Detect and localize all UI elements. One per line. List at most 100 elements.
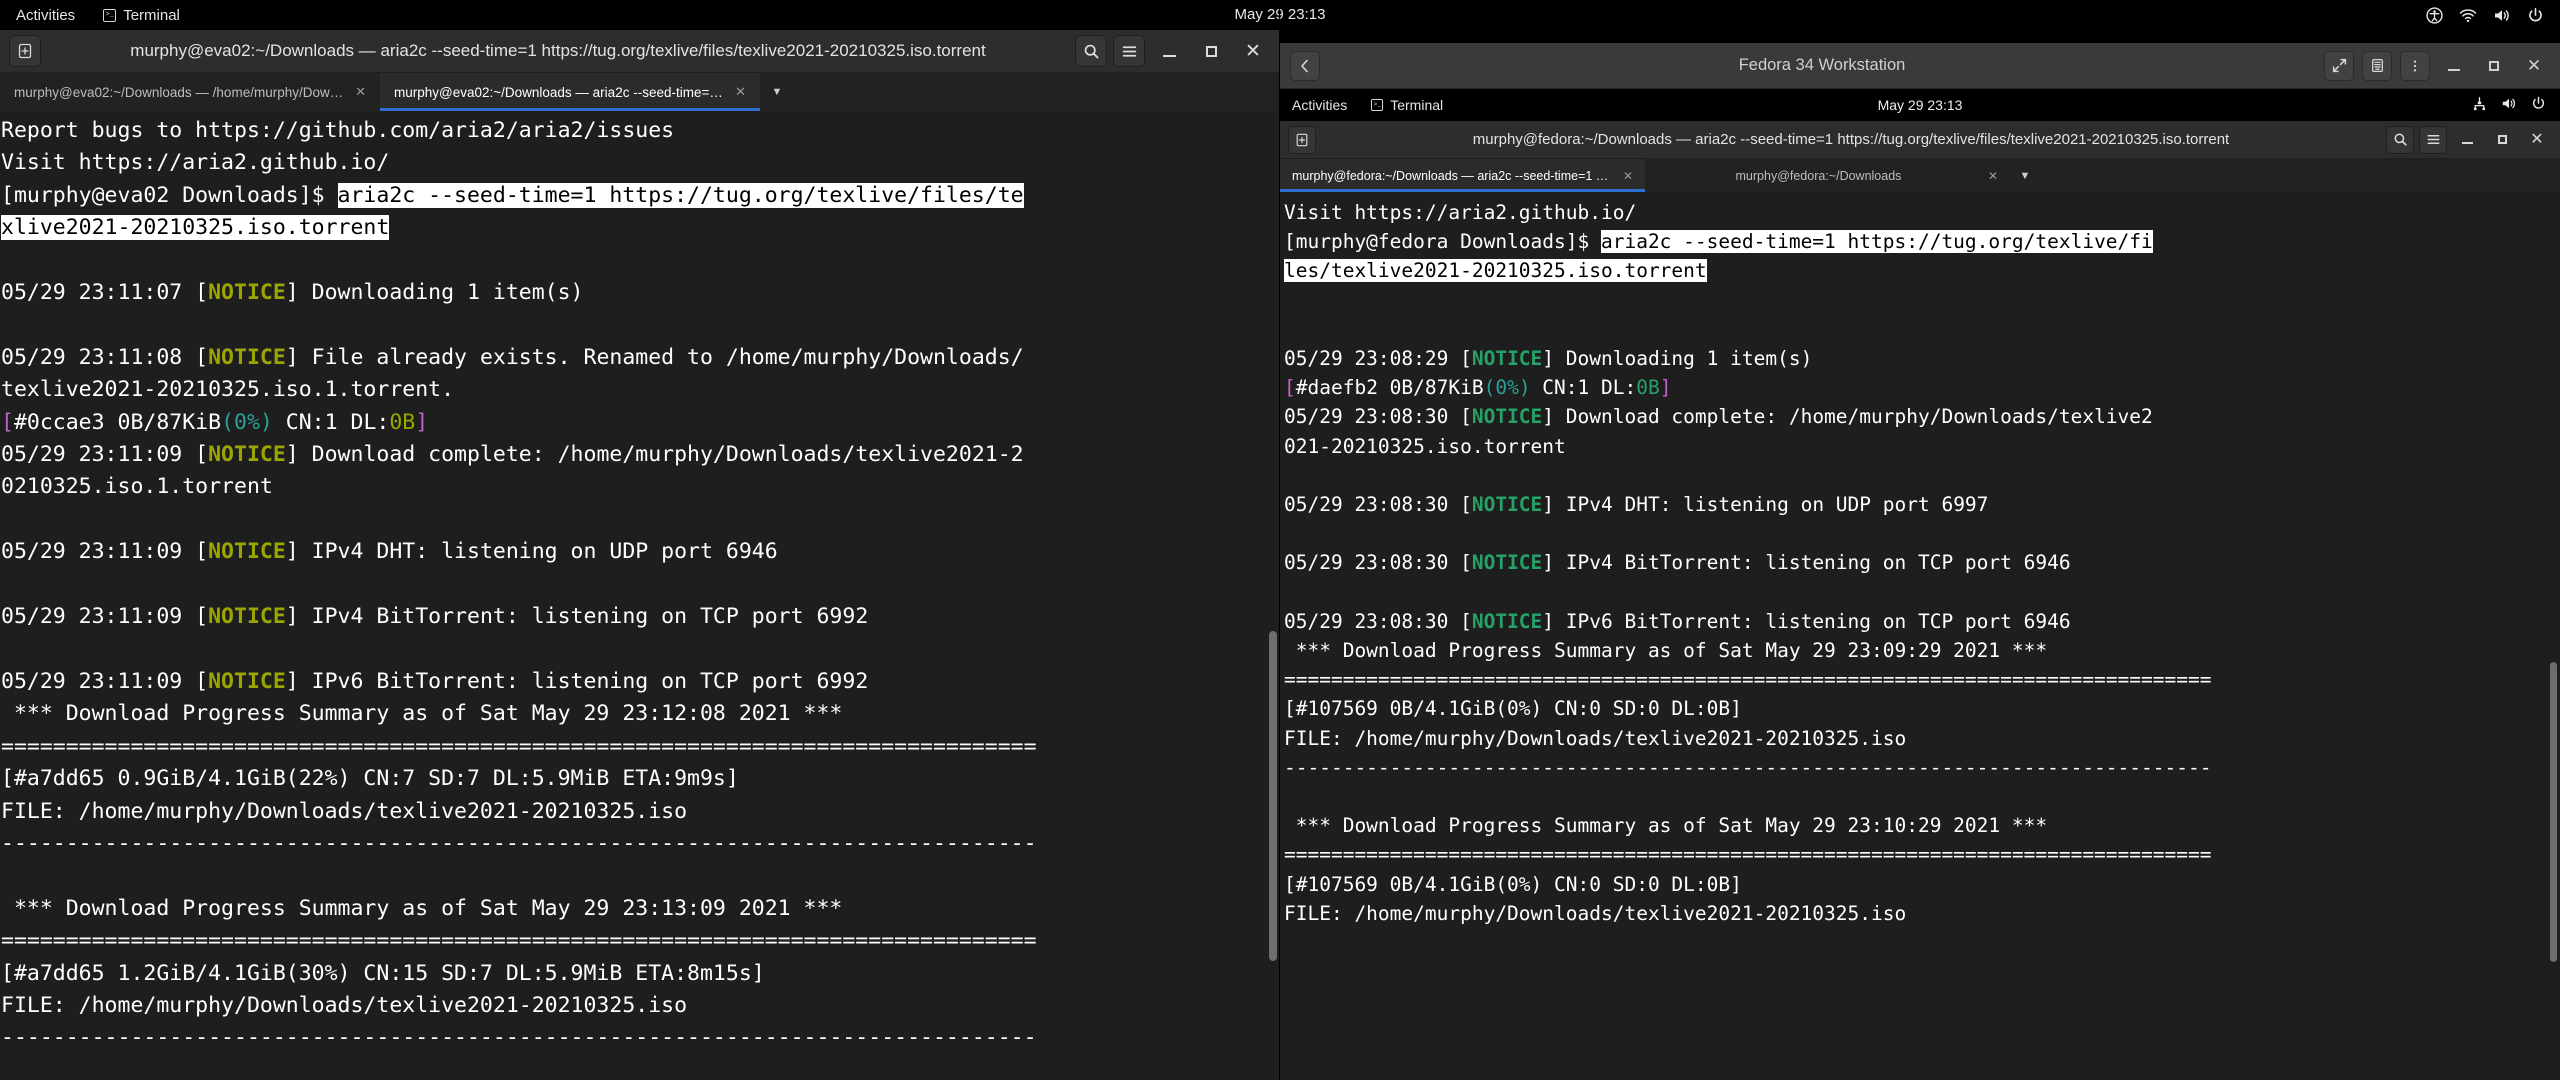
volume-icon[interactable] [2501,96,2517,114]
terminal-text: 05/29 23:11:08 [ [1,344,209,370]
terminal-text: les/texlive2021-20210325.iso.torrent [1284,259,1707,283]
terminal-text: #0ccae3 0B/87KiB [13,409,222,435]
tab-label: murphy@eva02:~/Downloads — aria2c --seed… [394,84,727,100]
terminal-text: 05/29 23:08:30 [ [1284,609,1472,633]
left-terminal-scrollbar[interactable] [1266,111,1280,1080]
tab-close-icon[interactable]: ✕ [1623,169,1633,183]
maximize-icon[interactable] [1193,35,1229,67]
power-icon[interactable] [2531,96,2546,114]
left-terminal-output[interactable]: Report bugs to https://github.com/aria2/… [0,111,1280,1080]
guest-maximize-icon[interactable] [2487,126,2517,154]
terminal-text: [murphy@fedora Downloads]$ [1284,230,1601,254]
search-icon[interactable] [1075,35,1107,67]
terminal-text: CN:1 DL: [1530,376,1637,400]
power-icon[interactable] [2527,7,2544,24]
network-icon[interactable] [2472,96,2487,114]
new-tab-icon[interactable] [1288,125,1316,154]
terminal-line: ========================================… [1,925,1278,957]
terminal-text: 05/29 23:11:09 [ [1,604,209,630]
hamburger-menu-icon[interactable] [1113,35,1145,67]
guest-minimize-icon[interactable] [2452,126,2482,154]
terminal-line: 05/29 23:11:09 [NOTICE] Download complet… [1,439,1278,471]
terminal-text: (0%) [1483,376,1531,400]
guest-tab-bar: murphy@fedora:~/Downloads — aria2c --see… [1280,159,2560,192]
terminal-line: ----------------------------------------… [1,828,1278,860]
terminal-line: 05/29 23:08:29 [NOTICE] Downloading 1 it… [1284,344,2558,373]
new-tab-icon[interactable] [9,35,41,67]
vm-close-icon[interactable]: ✕ [2518,51,2550,81]
guest-status-indicators[interactable] [2472,96,2560,114]
minimize-icon[interactable] [1151,35,1187,67]
terminal-text: NOTICE [208,442,286,468]
tab-label: murphy@eva02:~/Downloads — /home/murphy/… [14,84,348,100]
scrollbar-thumb[interactable] [2550,662,2557,962]
guest-window-titlebar[interactable]: murphy@fedora:~/Downloads — aria2c --see… [1280,121,2560,159]
left-terminal-window: murphy@eva02:~/Downloads — aria2c --seed… [0,30,1280,1080]
desktop-screen: Activities >_ Terminal May 29 23:13 murp… [0,0,2560,1080]
guest-display: Activities >_ Terminal May 29 23:13 murp… [1280,89,2560,1080]
terminal-text: NOTICE [208,604,286,630]
terminal-line: [#107569 0B/4.1GiB(0%) CN:0 SD:0 DL:0B] [1284,694,2558,723]
terminal-line: FILE: /home/murphy/Downloads/texlive2021… [1,796,1278,828]
wifi-icon[interactable] [2459,7,2477,24]
volume-icon[interactable] [2493,7,2511,24]
tab-close-icon[interactable]: ✕ [1988,169,1998,183]
terminal-text: 05/29 23:08:30 [ [1284,405,1472,429]
accessibility-icon[interactable] [2426,6,2443,24]
app-menu-terminal[interactable]: >_ Terminal [89,0,194,30]
vm-minimize-icon[interactable] [2438,51,2470,81]
terminal-line: [murphy@fedora Downloads]$ aria2c --seed… [1284,227,2558,256]
terminal-tab-2[interactable]: murphy@eva02:~/Downloads — aria2c --seed… [380,73,760,111]
terminal-text: [#a7dd65 0.9GiB/4.1GiB(22%) CN:7 SD:7 DL… [1,766,739,792]
guest-close-icon[interactable]: ✕ [2522,126,2552,154]
guest-terminal-scrollbar[interactable] [2548,192,2560,1080]
fullscreen-icon[interactable] [2324,50,2354,81]
search-icon[interactable] [2386,125,2414,154]
terminal-text: [ [1284,376,1296,400]
keyboard-icon[interactable] [2362,50,2392,81]
vm-maximize-icon[interactable] [2478,51,2510,81]
terminal-text: ] Download complete: /home/murphy/Downlo… [285,442,1024,468]
vm-window: Fedora 34 Workstation ✕ Activities >_ Te… [1280,43,2560,1080]
left-window-title: murphy@eva02:~/Downloads — aria2c --seed… [130,41,986,60]
terminal-text: ] IPv4 BitTorrent: listening on TCP port… [285,604,869,630]
guest-clock[interactable]: May 29 23:13 [1280,97,2560,113]
chevron-down-icon[interactable]: ▼ [2010,159,2040,192]
tab-label: murphy@fedora:~/Downloads [1735,168,1902,183]
terminal-text: *** Download Progress Summary as of Sat … [1,701,843,727]
activities-button[interactable]: Activities [0,0,89,30]
guest-terminal-tab-2[interactable]: murphy@fedora:~/Downloads ✕ [1645,159,2010,192]
activities-label: Activities [16,6,76,24]
tab-close-icon[interactable]: ✕ [735,84,746,100]
terminal-text: [#a7dd65 1.2GiB/4.1GiB(30%) CN:15 SD:7 D… [1,960,765,986]
tab-close-icon[interactable]: ✕ [355,84,366,100]
kebab-menu-icon[interactable] [2400,50,2430,81]
terminal-text: Visit https://aria2.github.io/ [1284,201,1637,224]
back-arrow-icon[interactable] [1290,50,1320,81]
guest-terminal-output[interactable]: Visit https://aria2.github.io/ [murphy@fe… [1280,192,2560,1080]
terminal-tab-1[interactable]: murphy@eva02:~/Downloads — /home/murphy/… [0,73,380,111]
close-icon[interactable]: ✕ [1235,35,1271,67]
terminal-text: [#107569 0B/4.1GiB(0%) CN:0 SD:0 DL:0B] [1284,872,1742,896]
terminal-text: ========================================… [1,733,1037,759]
terminal-line: ----------------------------------------… [1,1022,1278,1054]
vm-titlebar[interactable]: Fedora 34 Workstation ✕ [1280,43,2560,89]
terminal-text: NOTICE [1471,405,1543,429]
terminal-text: [ [1,409,14,435]
host-status-indicators[interactable] [2426,0,2560,30]
terminal-text: 0B [1636,376,1660,400]
hamburger-menu-icon[interactable] [2419,125,2447,154]
guest-terminal-tab-1[interactable]: murphy@fedora:~/Downloads — aria2c --see… [1280,159,1645,192]
terminal-text: ========================================… [1284,668,2212,692]
terminal-icon: >_ [103,8,117,22]
terminal-text: ----------------------------------------… [1,1025,1037,1051]
chevron-down-icon[interactable]: ▼ [760,73,794,111]
scrollbar-thumb[interactable] [1269,631,1277,961]
terminal-line: *** Download Progress Summary as of Sat … [1,893,1278,925]
left-window-titlebar[interactable]: murphy@eva02:~/Downloads — aria2c --seed… [0,30,1280,73]
